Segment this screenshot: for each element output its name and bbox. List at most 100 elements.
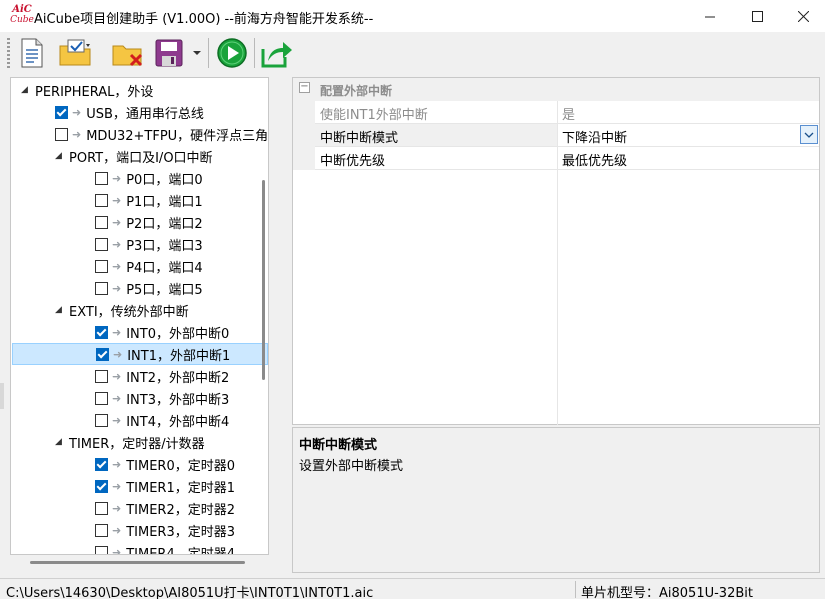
export-button[interactable]	[258, 36, 296, 70]
chip-model: 单片机型号：Ai8051U-32Bit	[581, 586, 753, 599]
tree-item-label: TIMER1，定时器1	[126, 480, 235, 496]
tree-checkbox[interactable]	[95, 325, 108, 339]
open-project-button[interactable]	[56, 36, 96, 70]
description-title: 中断中断模式	[299, 438, 378, 453]
tree-item-label: INT1，外部中断1	[127, 348, 231, 364]
left-edge-handle	[0, 383, 4, 409]
close-icon	[797, 10, 809, 22]
collapse-group-icon[interactable]: −	[299, 82, 310, 93]
tree-item[interactable]: ➜ INT1，外部中断1	[12, 343, 268, 365]
maximize-button[interactable]	[734, 0, 780, 32]
property-row-priority[interactable]: 中断优先级 最低优先级	[293, 147, 819, 170]
new-project-button[interactable]	[16, 36, 48, 70]
tree-item-label: EXTI，传统外部中断	[69, 304, 189, 320]
tree-item-label: PORT，端口及I/O口中断	[69, 150, 213, 166]
tree-item[interactable]: ➜ P0口，端口0	[95, 167, 203, 189]
tree-item[interactable]: ➜ USB，通用串行总线	[55, 101, 204, 123]
tree-item-label: INT0，外部中断0	[126, 326, 230, 342]
tree-item[interactable]: ➜ P1口，端口1	[95, 189, 203, 211]
tree-checkbox[interactable]	[95, 523, 108, 537]
status-divider	[575, 581, 576, 598]
tree-item-label: TIMER0，定时器0	[126, 458, 235, 474]
tree-checkbox[interactable]	[95, 237, 108, 251]
window-title: AiCubе项目创建助手 (V1.00O) --前海方舟智能开发系统--	[34, 12, 374, 27]
property-grid[interactable]: − 配置外部中断 使能INT1外部中断 是 中断中断模式 下降沿中断 中断优先级…	[292, 77, 820, 425]
tree-group-node[interactable]: ◢ EXTI，传统外部中断	[55, 299, 189, 321]
tree-checkbox[interactable]	[95, 501, 108, 515]
property-group-title: 配置外部中断	[320, 84, 393, 98]
tree-checkbox[interactable]	[95, 413, 108, 427]
tree-group-node[interactable]: ◢ PORT，端口及I/O口中断	[55, 145, 213, 167]
arrow-right-icon: ➜	[112, 413, 122, 427]
tree-checkbox[interactable]	[95, 391, 108, 405]
arrow-right-icon: ➜	[72, 127, 82, 141]
tree-item-label: TIMER，定时器/计数器	[69, 436, 205, 452]
close-window-button[interactable]	[780, 0, 825, 32]
project-path: C:\Users\14630\Desktop\AI8051U打卡\INT0T1\…	[6, 586, 374, 599]
tree-item[interactable]: ➜ P4口，端口4	[95, 255, 203, 277]
tree-checkbox[interactable]	[96, 347, 109, 361]
tree-item[interactable]: ➜ INT2，外部中断2	[95, 365, 229, 387]
tree-checkbox[interactable]	[55, 127, 68, 141]
tree-item[interactable]: ➜ MDU32+TFPU，硬件浮点三角	[55, 123, 268, 145]
property-column-divider[interactable]	[557, 101, 558, 425]
arrow-right-icon: ➜	[112, 523, 122, 537]
toolbar	[0, 32, 825, 76]
run-icon	[217, 38, 247, 68]
tree-checkbox[interactable]	[95, 479, 108, 493]
tree-item[interactable]: ➜ INT0，外部中断0	[95, 321, 229, 343]
expand-arrow-icon[interactable]: ◢	[55, 151, 69, 161]
tree-item[interactable]: ➜ INT3，外部中断3	[95, 387, 229, 409]
property-value-dropdown[interactable]: 下降沿中断	[562, 127, 627, 146]
tree-horizontal-scrollbar[interactable]	[30, 561, 245, 564]
expand-arrow-icon[interactable]: ◢	[55, 437, 69, 447]
tree-checkbox[interactable]	[95, 193, 108, 207]
tree-item-label: P0口，端口0	[126, 172, 203, 188]
property-row-mode[interactable]: 中断中断模式 下降沿中断	[293, 124, 819, 147]
tree-item[interactable]: ➜ P2口，端口2	[95, 211, 203, 233]
tree-checkbox[interactable]	[95, 369, 108, 383]
minimize-button[interactable]	[687, 0, 733, 32]
tree-item-label: MDU32+TFPU，硬件浮点三角	[86, 128, 269, 144]
tree-checkbox[interactable]	[55, 105, 68, 119]
mode-dropdown-button[interactable]	[800, 125, 818, 144]
arrow-right-icon: ➜	[112, 545, 122, 555]
title-bar: AiC Cube AiCubе项目创建助手 (V1.00O) --前海方舟智能开…	[0, 0, 825, 32]
arrow-right-icon: ➜	[112, 237, 122, 251]
property-row-enable[interactable]: 使能INT1外部中断 是	[293, 101, 819, 124]
arrow-right-icon: ➜	[72, 105, 82, 119]
property-group-header[interactable]: − 配置外部中断	[293, 78, 819, 101]
tree-item[interactable]: ➜ TIMER3，定时器3	[95, 519, 235, 541]
expand-arrow-icon[interactable]: ◢	[55, 305, 69, 315]
panel-splitter[interactable]	[285, 77, 289, 573]
save-dropdown-button[interactable]	[190, 36, 204, 70]
tree-checkbox[interactable]	[95, 215, 108, 229]
close-project-button[interactable]	[110, 36, 146, 70]
tree-checkbox[interactable]	[95, 545, 108, 554]
toolbar-separator	[254, 38, 255, 68]
tree-checkbox[interactable]	[95, 259, 108, 273]
run-button[interactable]	[214, 36, 250, 70]
tree-checkbox[interactable]	[95, 171, 108, 185]
save-icon	[155, 39, 183, 67]
property-value[interactable]: 是	[562, 104, 575, 123]
tree-checkbox[interactable]	[95, 281, 108, 295]
toolbar-grip[interactable]	[7, 38, 10, 70]
tree-checkbox[interactable]	[95, 457, 108, 471]
tree-item[interactable]: ➜ TIMER4，定时器4	[95, 541, 235, 555]
tree-item[interactable]: ➜ TIMER1，定时器1	[95, 475, 235, 497]
toolbar-separator	[208, 38, 209, 68]
peripheral-tree[interactable]: ◢ PERIPHERAL，外设 ➜ USB，通用串行总线 ➜ MDU32+TFPU，硬件浮…	[10, 77, 269, 555]
tree-item[interactable]: ➜ INT4，外部中断4	[95, 409, 229, 431]
tree-item-label: P2口，端口2	[126, 216, 203, 232]
tree-item[interactable]: ➜ P3口，端口3	[95, 233, 203, 255]
save-button[interactable]	[152, 36, 186, 70]
tree-group-node[interactable]: ◢ PERIPHERAL，外设	[21, 79, 153, 101]
tree-item[interactable]: ➜ P5口，端口5	[95, 277, 203, 299]
expand-arrow-icon[interactable]: ◢	[21, 85, 35, 95]
tree-item[interactable]: ➜ TIMER2，定时器2	[95, 497, 235, 519]
tree-item[interactable]: ➜ TIMER0，定时器0	[95, 453, 235, 475]
property-value[interactable]: 最低优先级	[562, 150, 627, 169]
tree-vertical-scrollbar[interactable]	[262, 180, 265, 380]
tree-group-node[interactable]: ◢ TIMER，定时器/计数器	[55, 431, 205, 453]
